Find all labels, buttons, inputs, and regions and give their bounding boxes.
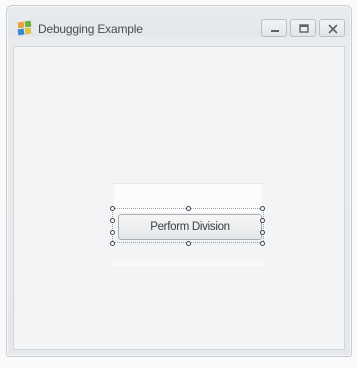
perform-division-button[interactable]: Perform Division: [118, 214, 262, 240]
title-bar[interactable]: Debugging Example: [7, 6, 351, 46]
perform-division-label: Perform Division: [150, 221, 230, 233]
resize-handle-top-right[interactable]: [260, 206, 265, 211]
form-client-area[interactable]: Perform Division: [13, 46, 345, 350]
resize-handle-bottom-right[interactable]: [260, 241, 265, 246]
window-title: Debugging Example: [38, 22, 143, 36]
resize-handle-bottom-left[interactable]: [110, 241, 115, 246]
caption-buttons: [261, 19, 345, 37]
form-window[interactable]: Debugging Example Perform Division: [6, 5, 352, 357]
close-icon: [328, 24, 338, 34]
control-shadow-bottom: [112, 260, 264, 266]
resize-handle-right-lower[interactable]: [260, 230, 265, 235]
maximize-button[interactable]: [290, 19, 316, 37]
resize-handle-right-upper[interactable]: [260, 218, 265, 223]
resize-handle-top-left[interactable]: [110, 206, 115, 211]
resize-handle-bottom[interactable]: [186, 241, 191, 246]
minimize-button[interactable]: [261, 19, 287, 37]
resize-handle-top[interactable]: [186, 206, 191, 211]
windows-forms-app-icon: [17, 20, 33, 36]
maximize-icon: [299, 24, 309, 33]
resize-handle-left-upper[interactable]: [110, 218, 115, 223]
close-button[interactable]: [319, 19, 345, 37]
designer-surface: Debugging Example Perform Division: [0, 0, 357, 368]
minimize-icon: [271, 30, 279, 32]
resize-handle-left-lower[interactable]: [110, 230, 115, 235]
